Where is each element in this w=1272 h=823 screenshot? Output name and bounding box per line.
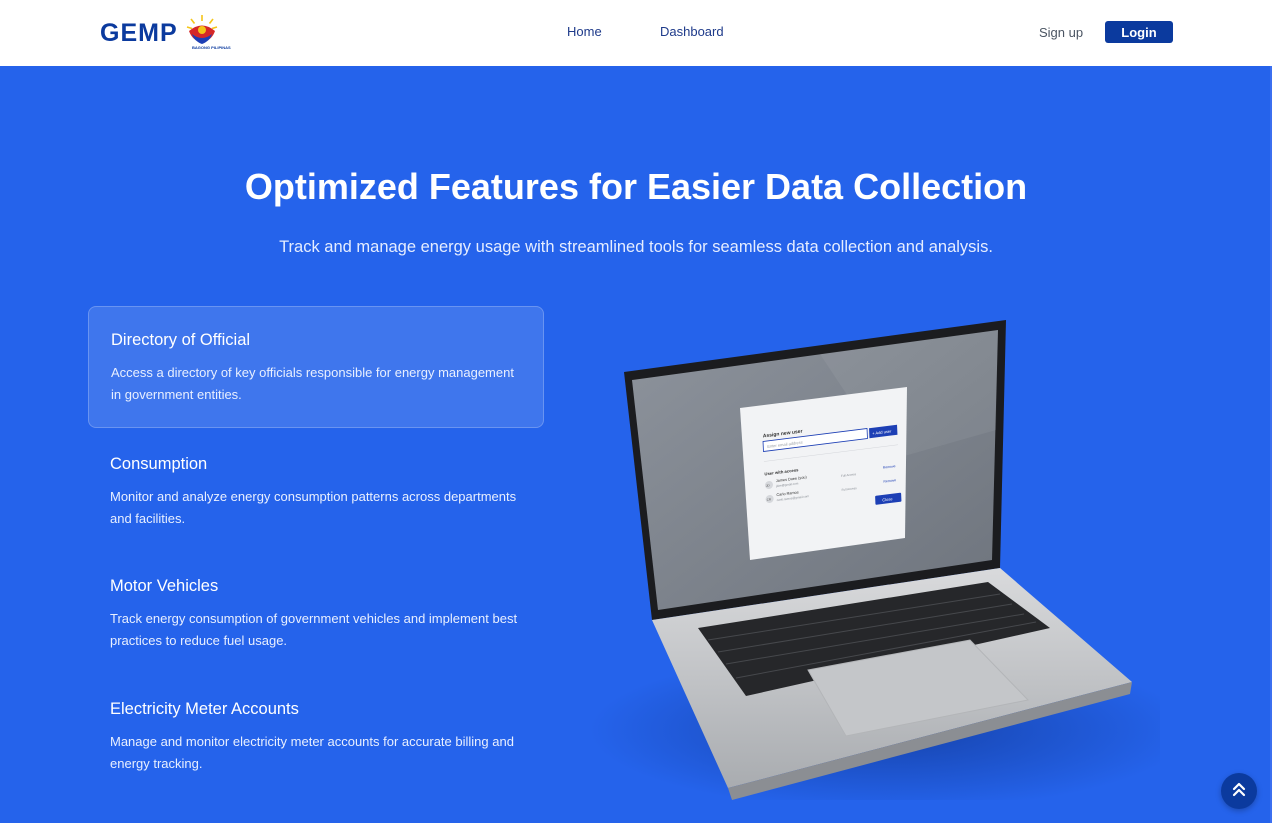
brand-logo[interactable]: GEMP BAGONG PILIPINAS [100,12,231,54]
signup-link[interactable]: Sign up [1039,25,1083,40]
laptop-illustration: Assign new user Enter email address + Ad… [560,310,1190,810]
page-subtitle: Track and manage energy usage with strea… [279,238,993,256]
logo-text: GEMP [100,19,178,47]
top-navbar: GEMP BAGONG PILIPINAS Home Dashboard Sig… [0,0,1272,66]
double-chevron-up-icon [1230,780,1248,803]
nav-home-link[interactable]: Home [567,24,602,39]
feature-title: Directory of Official [111,331,251,349]
feature-title: Consumption [110,455,208,473]
feature-description: Manage and monitor electricity meter acc… [110,734,514,771]
feature-title: Electricity Meter Accounts [110,700,299,718]
feature-item-electricity-meter[interactable]: Electricity Meter Accounts Manage and mo… [88,675,544,775]
scroll-to-top-button[interactable] [1221,773,1257,809]
nav-dashboard-link[interactable]: Dashboard [660,24,724,39]
login-button[interactable]: Login [1105,21,1173,43]
feature-description: Access a directory of key officials resp… [111,365,514,402]
feature-item-directory[interactable]: Directory of Official Access a directory… [88,306,544,428]
feature-item-consumption[interactable]: Consumption Monitor and analyze energy c… [88,430,544,530]
page-title: Optimized Features for Easier Data Colle… [244,166,1028,207]
feature-description: Track energy consumption of government v… [110,611,518,648]
feature-item-motor-vehicles[interactable]: Motor Vehicles Track energy consumption … [88,552,544,652]
feature-title: Motor Vehicles [110,577,219,595]
logo-caption: BAGONG PILIPINAS [192,45,231,50]
feature-description: Monitor and analyze energy consumption p… [110,489,517,526]
